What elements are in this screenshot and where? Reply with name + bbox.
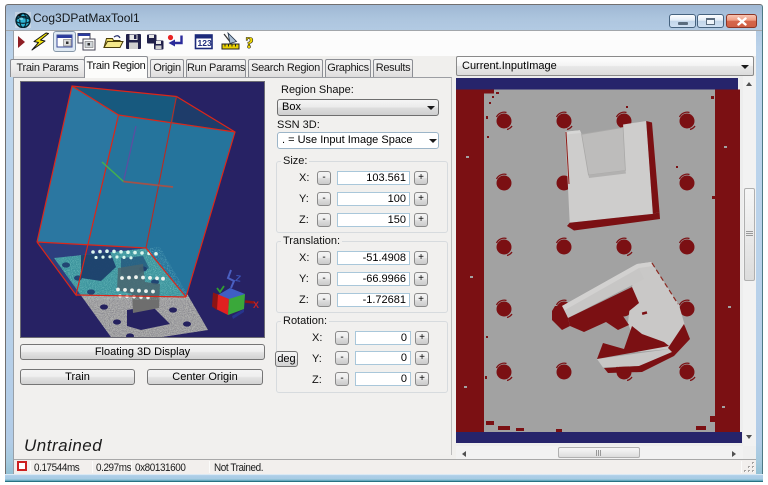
- svg-text:X: X: [253, 300, 259, 310]
- svg-text:123: 123: [198, 38, 212, 48]
- svg-text:?: ?: [246, 35, 254, 52]
